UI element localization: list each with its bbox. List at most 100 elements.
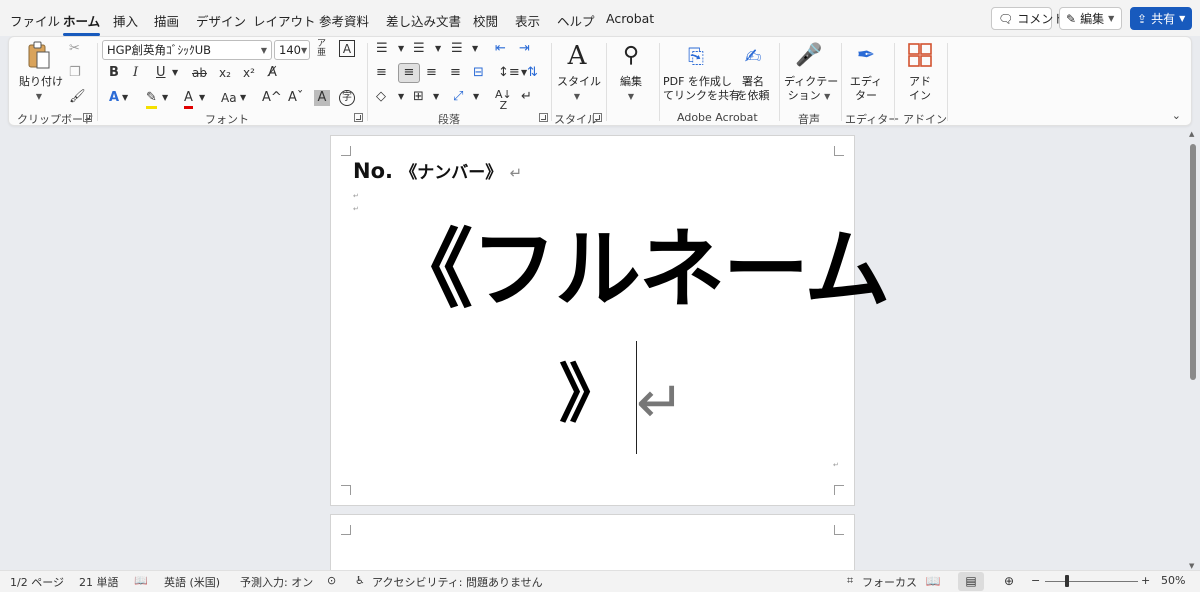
- sort-icon[interactable]: A↓ Z: [495, 89, 512, 111]
- zoom-slider-track[interactable]: [1045, 581, 1138, 582]
- styles-button[interactable]: A スタイル ▼: [557, 41, 601, 104]
- chevron-down-icon[interactable]: ▼: [433, 89, 439, 105]
- shrink-font-button[interactable]: Aˇ: [288, 90, 303, 106]
- align-left-icon[interactable]: ≡: [376, 65, 387, 81]
- chevron-down-icon[interactable]: ▼: [122, 90, 128, 106]
- text-effects-icon[interactable]: A: [109, 90, 119, 106]
- tab-acrobat[interactable]: Acrobat: [606, 11, 654, 26]
- bullets-icon[interactable]: ☰: [376, 41, 388, 57]
- grow-font-button[interactable]: A^: [262, 90, 282, 106]
- show-marks-icon[interactable]: ↵: [521, 89, 532, 105]
- bold-button[interactable]: B: [109, 65, 119, 81]
- increase-indent-icon[interactable]: ⇥: [519, 41, 530, 57]
- character-border-icon[interactable]: A: [339, 40, 355, 57]
- cut-icon[interactable]: ✂: [69, 41, 80, 57]
- justify-icon[interactable]: ≡: [450, 65, 461, 81]
- paragraph-spacing-icon[interactable]: ⇅: [527, 65, 538, 81]
- strikethrough-button[interactable]: ab: [192, 65, 207, 81]
- chevron-down-icon[interactable]: ▼: [472, 41, 478, 57]
- chevron-down-icon[interactable]: ▼: [398, 89, 404, 105]
- zoom-level[interactable]: 50%: [1161, 574, 1185, 587]
- text-prediction-status[interactable]: 予測入力: オン: [240, 574, 313, 590]
- focus-icon[interactable]: ⌗: [847, 574, 853, 588]
- scroll-thumb[interactable]: [1190, 144, 1196, 380]
- tab-view[interactable]: 表示: [515, 11, 540, 30]
- zoom-slider-thumb[interactable]: [1065, 575, 1069, 587]
- tab-insert[interactable]: 挿入: [113, 11, 138, 30]
- scroll-down-icon[interactable]: ▼: [1189, 562, 1194, 570]
- clear-formatting-icon[interactable]: A̸: [268, 65, 277, 81]
- chevron-down-icon[interactable]: ▼: [240, 90, 246, 106]
- accessibility-status[interactable]: アクセシビリティ: 問題ありません: [372, 574, 543, 590]
- collapse-ribbon-icon[interactable]: ⌄: [1172, 109, 1181, 122]
- tab-home[interactable]: ホーム: [63, 11, 101, 36]
- share-button[interactable]: ⇪ 共有 ▼: [1130, 7, 1192, 30]
- font-name-combo[interactable]: HGP創英角ｺﾞｼｯｸUB ▼: [102, 40, 272, 60]
- borders-icon[interactable]: ⊞: [413, 89, 424, 105]
- tab-help[interactable]: ヘルプ: [557, 11, 595, 30]
- format-painter-icon[interactable]: 🖌: [69, 89, 86, 105]
- phonetic-guide-icon[interactable]: ア亜: [317, 40, 326, 58]
- read-mode-icon[interactable]: 📖: [920, 572, 946, 591]
- tab-review[interactable]: 校閲: [473, 11, 498, 30]
- word-count[interactable]: 21 単語: [79, 574, 119, 590]
- page-count[interactable]: 1/2 ページ: [10, 574, 64, 590]
- italic-button[interactable]: I: [133, 65, 138, 81]
- web-layout-icon[interactable]: ⊕: [996, 572, 1022, 591]
- line-spacing-icon[interactable]: ↕≡: [498, 65, 520, 81]
- chevron-down-icon[interactable]: ▼: [199, 90, 205, 106]
- macro-recording-icon[interactable]: ⊙: [327, 574, 336, 587]
- comment-button[interactable]: 🗨 コメント: [991, 7, 1065, 30]
- dictate-button[interactable]: 🎤 ディクテー ション ▼: [784, 41, 838, 104]
- proofing-icon[interactable]: 📖: [134, 574, 148, 587]
- editing-button[interactable]: ⚲ 編集 ▼: [611, 41, 651, 104]
- change-case-button[interactable]: Aa: [221, 90, 237, 106]
- paragraph-launcher-icon[interactable]: [539, 113, 548, 122]
- addins-button[interactable]: アド イン: [900, 41, 940, 103]
- enclose-characters-icon[interactable]: 字: [339, 90, 355, 106]
- align-right-icon[interactable]: ≡: [426, 65, 437, 81]
- zoom-in-button[interactable]: +: [1141, 574, 1150, 587]
- print-layout-icon[interactable]: ▤: [958, 572, 984, 591]
- underline-button[interactable]: U: [156, 65, 166, 81]
- focus-button[interactable]: フォーカス: [862, 574, 917, 590]
- chevron-down-icon[interactable]: ▼: [435, 41, 441, 57]
- highlight-icon[interactable]: ✎: [146, 90, 157, 109]
- clipboard-launcher-icon[interactable]: [83, 113, 92, 122]
- tab-layout[interactable]: レイアウト: [253, 11, 316, 30]
- superscript-button[interactable]: x²: [243, 65, 255, 81]
- paste-button[interactable]: 貼り付け ▼: [19, 41, 63, 104]
- chevron-down-icon[interactable]: ▼: [162, 90, 168, 106]
- copy-icon[interactable]: ❐: [69, 65, 81, 81]
- editing-mode-button[interactable]: ✎ 編集 ▼: [1059, 7, 1122, 30]
- shading-icon[interactable]: ◇: [376, 89, 386, 105]
- tab-draw[interactable]: 描画: [154, 11, 179, 30]
- numbering-icon[interactable]: ☰: [413, 41, 425, 57]
- scroll-up-icon[interactable]: ▲: [1189, 130, 1194, 138]
- chevron-down-icon[interactable]: ▼: [473, 89, 479, 105]
- decrease-indent-icon[interactable]: ⇤: [495, 41, 506, 57]
- vertical-scrollbar[interactable]: ▲ ▼: [1188, 128, 1198, 570]
- tab-design[interactable]: デザイン: [196, 11, 246, 30]
- chevron-down-icon[interactable]: ▼: [398, 41, 404, 57]
- request-signature-button[interactable]: ✍ 署名 を依頼: [733, 41, 773, 103]
- zoom-out-button[interactable]: −: [1031, 574, 1040, 587]
- multilevel-list-icon[interactable]: ☰: [451, 41, 463, 57]
- tab-file[interactable]: ファイル: [10, 11, 60, 30]
- editor-button[interactable]: ✒ エディ ター: [846, 41, 886, 103]
- create-pdf-share-button[interactable]: ⎘ PDF を作成し てリンクを共有: [663, 41, 740, 103]
- tab-mailings[interactable]: 差し込み文書: [386, 11, 461, 30]
- asian-layout-icon[interactable]: ⤢: [453, 89, 463, 105]
- distributed-icon[interactable]: ⊟: [473, 65, 484, 81]
- document-page-2[interactable]: [331, 515, 854, 575]
- subscript-button[interactable]: x₂: [219, 65, 231, 81]
- document-page[interactable]: No. 《ナンバー》 ↵ ↵ ↵ 《フルネーム 》 ↵ ↵: [331, 136, 890, 505]
- tab-references[interactable]: 参考資料: [319, 11, 369, 30]
- styles-launcher-icon[interactable]: [593, 113, 602, 122]
- font-launcher-icon[interactable]: [354, 113, 363, 122]
- character-shading-icon[interactable]: A: [314, 90, 330, 106]
- language-status[interactable]: 英語 (米国): [164, 574, 220, 590]
- chevron-down-icon[interactable]: ▼: [172, 65, 178, 81]
- align-center-icon[interactable]: ≡: [398, 63, 420, 83]
- accessibility-icon[interactable]: ♿: [355, 574, 365, 587]
